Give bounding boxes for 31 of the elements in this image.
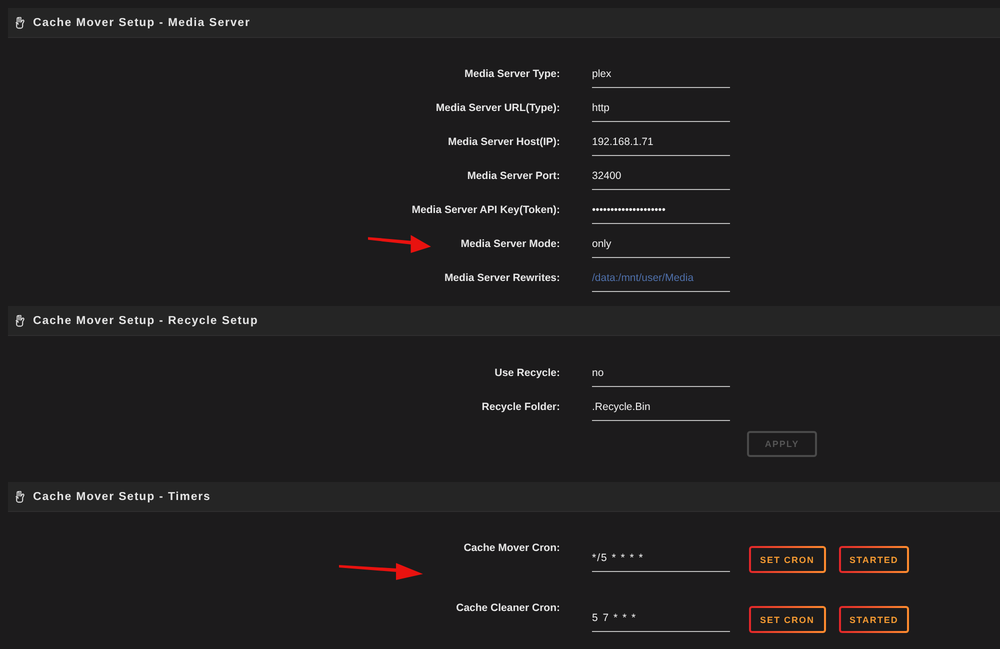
field-label: Media Server Port: [467,169,560,184]
field-label: Cache Mover Cron: [464,541,560,555]
field-label: Media Server Rewrites: [444,271,560,286]
hand-icon [15,16,25,28]
input-field[interactable]: only [592,234,730,258]
input-field[interactable]: no [592,363,730,387]
hand-icon [15,490,25,502]
input-field[interactable]: •••••••••••••••••••• [592,200,730,224]
field-label: Use Recycle: [494,366,560,381]
input-field[interactable]: plex [592,64,730,88]
input-field[interactable]: http [592,98,730,122]
field-label: Media Server API Key(Token): [412,203,560,218]
field-label: Media Server URL(Type): [436,101,560,116]
field-label: Recycle Folder: [482,400,560,415]
action-button[interactable]: SET CRON [749,546,826,573]
section-title: Cache Mover Setup - Media Server [33,16,250,28]
input-field[interactable]: 5 7 * * * [592,609,730,632]
hand-icon [15,314,25,326]
field-label: Cache Cleaner Cron: [456,601,560,615]
input-field[interactable]: 32400 [592,166,730,190]
input-field[interactable]: 192.168.1.71 [592,132,730,156]
section-title: Cache Mover Setup - Timers [33,490,211,502]
field-label: Media Server Host(IP): [448,135,560,150]
input-field[interactable]: .Recycle.Bin [592,397,730,421]
field-label: Media Server Type: [464,67,560,82]
action-button[interactable]: STARTED [838,606,910,633]
action-button[interactable]: STARTED [838,546,910,573]
input-field[interactable]: */5 * * * * [592,549,730,572]
action-button[interactable]: SET CRON [749,606,826,633]
section-title: Cache Mover Setup - Recycle Setup [33,314,258,326]
field-label: Media Server Mode: [460,237,560,252]
